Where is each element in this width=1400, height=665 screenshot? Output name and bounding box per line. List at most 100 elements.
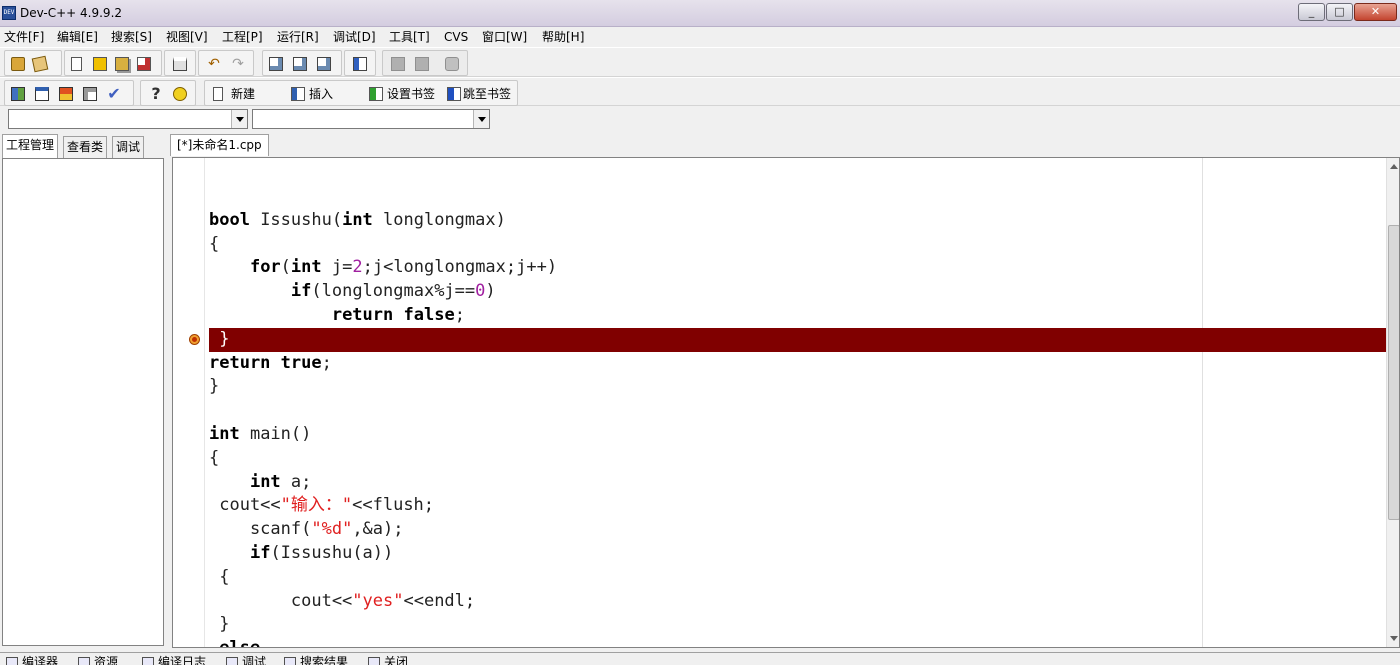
scroll-up-arrow-icon[interactable]: [1390, 164, 1398, 169]
code-area[interactable]: bool Issushu(int longlongmax){ for(int j…: [209, 185, 1387, 647]
insert-button[interactable]: 插入: [309, 86, 333, 102]
code-token: 2: [352, 257, 363, 278]
run-icon[interactable]: [33, 85, 51, 103]
about-icon[interactable]: [171, 85, 189, 103]
code-token: int: [209, 423, 240, 444]
goto-bookmark-icon[interactable]: [445, 85, 463, 103]
code-line[interactable]: cout<<"输入："<<flush;: [209, 494, 1387, 518]
code-line[interactable]: scanf("%d",&a);: [209, 518, 1387, 542]
close-button[interactable]: ✕: [1354, 3, 1397, 21]
undo-icon[interactable]: ↶: [205, 55, 223, 73]
chevron-down-icon[interactable]: [231, 110, 247, 128]
close-project-icon[interactable]: [31, 55, 49, 73]
code-line[interactable]: else: [209, 637, 1387, 647]
new-icon[interactable]: [211, 85, 229, 103]
code-line[interactable]: {: [209, 566, 1387, 590]
code-line[interactable]: if(longlongmax%j==0): [209, 280, 1387, 304]
tab-search-results[interactable]: 搜索结果: [284, 655, 348, 665]
code-line[interactable]: int main(): [209, 423, 1387, 447]
code-line[interactable]: }: [209, 375, 1387, 399]
tab-compiler[interactable]: 编译器: [6, 655, 58, 665]
compile-icon[interactable]: [9, 85, 27, 103]
code-line[interactable]: {: [209, 447, 1387, 471]
compile-run-icon[interactable]: [57, 85, 75, 103]
code-token: int: [290, 257, 322, 278]
close-file-icon[interactable]: [135, 55, 153, 73]
new-button[interactable]: 新建: [231, 86, 255, 102]
menu-run[interactable]: 运行[R]: [277, 29, 319, 45]
menu-debug[interactable]: 调试[D]: [333, 29, 376, 45]
code-editor[interactable]: bool Issushu(int longlongmax){ for(int j…: [172, 157, 1400, 648]
chevron-down-icon[interactable]: [473, 110, 489, 128]
code-token: longlongmax): [372, 209, 506, 230]
save-icon[interactable]: [91, 55, 109, 73]
menu-search[interactable]: 搜索[S]: [111, 29, 152, 45]
indent-right-icon[interactable]: [413, 55, 431, 73]
toolbar-group-find: [262, 50, 342, 76]
menu-help[interactable]: 帮助[H]: [542, 29, 584, 45]
goto-line-icon[interactable]: [351, 55, 369, 73]
find-next-icon[interactable]: [315, 55, 333, 73]
tab-project-manager[interactable]: 工程管理: [2, 134, 59, 158]
code-line[interactable]: return false;: [209, 304, 1387, 328]
scroll-down-arrow-icon[interactable]: [1390, 636, 1398, 641]
debug-check-icon[interactable]: ✔: [105, 85, 123, 103]
breakpoint-icon[interactable]: [189, 334, 200, 345]
toggle-comment-icon[interactable]: [443, 55, 461, 73]
menu-cvs[interactable]: CVS: [444, 29, 468, 45]
save-all-icon[interactable]: [113, 55, 131, 73]
code-line[interactable]: int a;: [209, 471, 1387, 495]
set-bookmark-button[interactable]: 设置书签: [387, 86, 435, 102]
tab-debug[interactable]: 调试: [112, 136, 145, 158]
code-line[interactable]: [209, 185, 1387, 209]
set-bookmark-icon[interactable]: [367, 85, 385, 103]
code-line[interactable]: for(int j=2;j<longlongmax;j++): [209, 256, 1387, 280]
tab-close[interactable]: 关闭: [368, 655, 408, 665]
help-icon[interactable]: ?: [147, 85, 165, 103]
code-line[interactable]: if(Issushu(a)): [209, 542, 1387, 566]
code-line[interactable]: [209, 399, 1387, 423]
menu-file[interactable]: 文件[F]: [4, 29, 44, 45]
menu-view[interactable]: 视图[V]: [166, 29, 208, 45]
project-tree-panel[interactable]: [2, 158, 164, 646]
insert-icon[interactable]: [289, 85, 307, 103]
open-project-icon[interactable]: [9, 55, 27, 73]
menu-edit[interactable]: 编辑[E]: [57, 29, 98, 45]
vertical-scrollbar[interactable]: [1386, 158, 1399, 647]
tab-debug-output[interactable]: 调试: [226, 655, 266, 665]
redo-icon[interactable]: ↷: [229, 55, 247, 73]
menu-window[interactable]: 窗口[W]: [482, 29, 527, 45]
code-line-breakpoint[interactable]: }: [209, 327, 1387, 352]
replace-icon[interactable]: [291, 55, 309, 73]
menu-tools[interactable]: 工具[T]: [389, 29, 430, 45]
code-line[interactable]: {: [209, 233, 1387, 257]
menu-project[interactable]: 工程[P]: [222, 29, 263, 45]
code-line[interactable]: cout<<"yes"<<endl;: [209, 590, 1387, 614]
code-line[interactable]: bool Issushu(int longlongmax): [209, 209, 1387, 233]
print-icon[interactable]: [171, 55, 189, 73]
class-combo[interactable]: [8, 109, 248, 129]
code-line[interactable]: }: [209, 613, 1387, 637]
code-line[interactable]: return true;: [209, 352, 1387, 376]
find-icon[interactable]: [267, 55, 285, 73]
indent-left-icon[interactable]: [389, 55, 407, 73]
goto-bookmark-button[interactable]: 跳至书签: [463, 86, 511, 102]
toolbar-group-undo: ↶ ↷: [198, 50, 254, 76]
member-combo[interactable]: [252, 109, 490, 129]
rebuild-all-icon[interactable]: [81, 85, 99, 103]
code-token: for: [249, 257, 281, 278]
new-file-icon[interactable]: [69, 55, 87, 73]
tab-file[interactable]: [*]未命名1.cpp: [170, 134, 269, 156]
tab-compile-log[interactable]: 编译日志: [142, 655, 206, 665]
compiler-icon: [6, 657, 18, 665]
toolbar-group-print: [164, 50, 196, 76]
editor-gutter[interactable]: [173, 158, 205, 647]
code-token: ;j<longlongmax;j++): [362, 257, 558, 278]
scrollbar-thumb[interactable]: [1388, 225, 1399, 520]
minimize-button[interactable]: _: [1298, 3, 1325, 21]
tab-resources[interactable]: 资源: [78, 655, 118, 665]
tab-class-browser[interactable]: 查看类: [63, 136, 108, 158]
maximize-button[interactable]: □: [1326, 3, 1353, 21]
